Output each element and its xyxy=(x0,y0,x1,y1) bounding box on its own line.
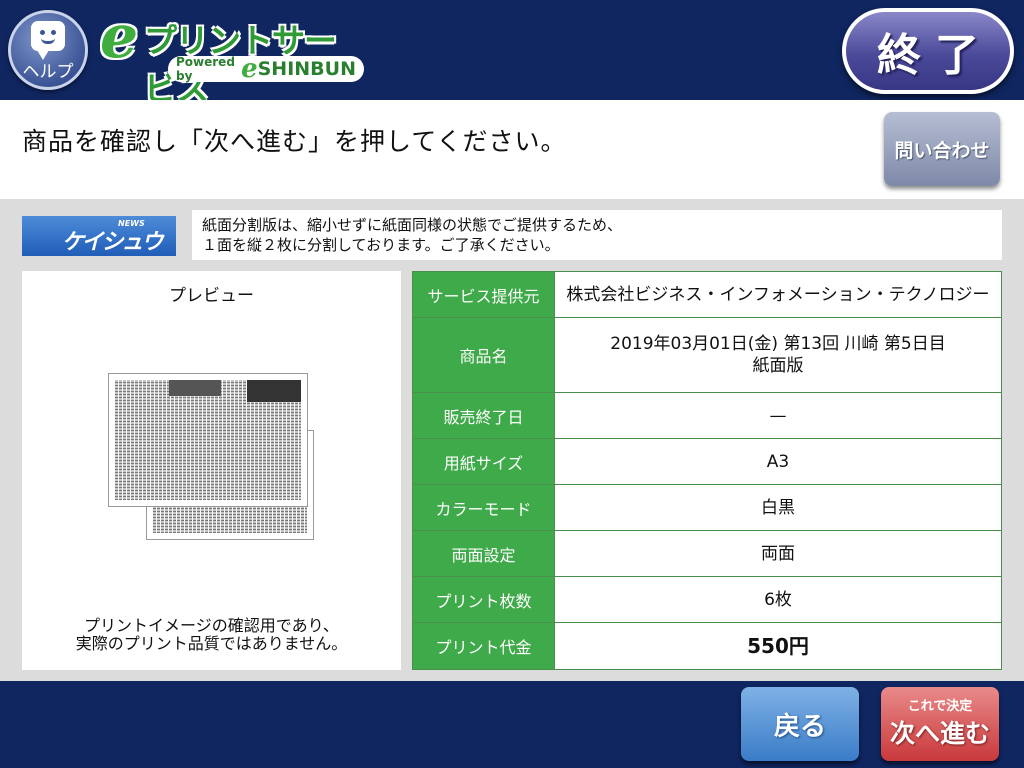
table-row: プリント代金 550円 xyxy=(412,622,1002,670)
table-row: 商品名 2019年03月01日(金) 第13回 川崎 第5日目 紙面版 xyxy=(412,317,1002,393)
footer-bar xyxy=(0,681,1024,768)
end-button[interactable]: 終了 xyxy=(842,8,1014,94)
print-price-value: 550円 xyxy=(554,622,1002,670)
product-name-label: 商品名 xyxy=(412,317,555,393)
split-edition-notice: 紙面分割版は、縮小せずに紙面同様の状態でご提供するため、 １面を縦２枚に分割して… xyxy=(192,210,1002,260)
next-button-label: 次へ進む xyxy=(889,719,990,748)
eprint-service-logo: e プリントサービス Powered by e SHINBUN xyxy=(98,2,364,108)
preview-panel: プレビュー プリントイメージの確認用であり、 実際のプリント品質ではありません。 xyxy=(22,271,401,670)
color-mode-value: 白黒 xyxy=(554,484,1002,531)
duplex-setting-value: 両面 xyxy=(554,530,1002,577)
print-count-label: プリント枚数 xyxy=(412,576,555,623)
next-button-sublabel: これで決定 xyxy=(907,699,973,714)
table-row: プリント枚数 6枚 xyxy=(412,576,1002,623)
service-provider-label: サービス提供元 xyxy=(412,271,555,318)
paper-size-label: 用紙サイズ xyxy=(412,438,555,485)
service-provider-value: 株式会社ビジネス・インフォメーション・テクノロジー xyxy=(554,271,1002,318)
header-bar: ヘルプ e プリントサービス Powered by e SHINBUN 終了 xyxy=(0,0,1024,108)
print-price-label: プリント代金 xyxy=(412,622,555,670)
inquiry-button-label: 問い合わせ xyxy=(894,139,990,162)
inquiry-button[interactable]: 問い合わせ xyxy=(884,112,1000,186)
logo-powered-by: Powered by e SHINBUN xyxy=(168,55,364,83)
chat-face-icon xyxy=(31,21,65,60)
newspaper-preview-front xyxy=(108,373,308,507)
product-details-table: サービス提供元 株式会社ビジネス・インフォメーション・テクノロジー 商品名 20… xyxy=(412,271,1002,670)
help-button[interactable]: ヘルプ xyxy=(8,10,88,90)
color-mode-label: カラーモード xyxy=(412,484,555,531)
duplex-setting-label: 両面設定 xyxy=(412,530,555,577)
product-name-value: 2019年03月01日(金) 第13回 川崎 第5日目 紙面版 xyxy=(554,317,1002,393)
table-row: 両面設定 両面 xyxy=(412,530,1002,577)
table-row: 用紙サイズ A3 xyxy=(412,438,1002,485)
sale-end-date-label: 販売終了日 xyxy=(412,392,555,439)
notice-line-1: 紙面分割版は、縮小せずに紙面同様の状態でご提供するため、 xyxy=(202,216,623,234)
print-count-value: 6枚 xyxy=(554,576,1002,623)
instruction-band: 商品を確認し「次へ進む」を押してください。 問い合わせ xyxy=(0,100,1024,199)
end-button-label: 終了 xyxy=(877,30,993,81)
table-row: 販売終了日 — xyxy=(412,392,1002,439)
back-button-label: 戻る xyxy=(773,711,826,742)
paper-size-value: A3 xyxy=(554,438,1002,485)
keishu-logo: NEWS ケイシュウ xyxy=(22,216,176,256)
help-label: ヘルプ xyxy=(22,62,74,82)
table-row: サービス提供元 株式会社ビジネス・インフォメーション・テクノロジー xyxy=(412,271,1002,318)
table-row: カラーモード 白黒 xyxy=(412,484,1002,531)
instruction-text: 商品を確認し「次へ進む」を押してください。 xyxy=(22,127,567,156)
preview-note: プリントイメージの確認用であり、 実際のプリント品質ではありません。 xyxy=(75,616,348,653)
notice-line-2: １面を縦２枚に分割しております。ご了承ください。 xyxy=(202,236,560,254)
back-button[interactable]: 戻る xyxy=(741,687,859,761)
next-button[interactable]: これで決定 次へ進む xyxy=(881,687,999,761)
preview-title: プレビュー xyxy=(169,286,254,306)
sale-end-date-value: — xyxy=(554,392,1002,439)
